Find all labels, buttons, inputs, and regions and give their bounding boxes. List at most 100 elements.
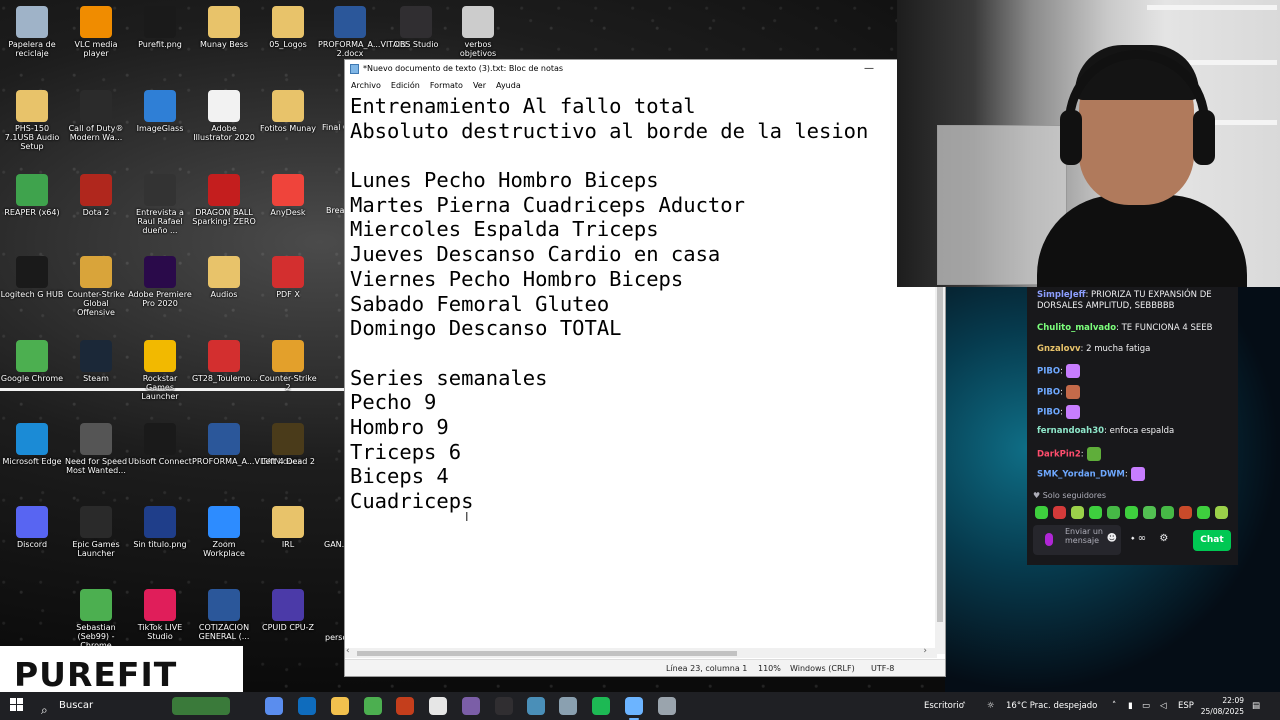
notepad-titlebar[interactable]: *Nuevo documento de texto (3).txt: Bloc … [345,60,945,78]
desktop-icon[interactable]: Adobe Premiere Pro 2020 [128,252,192,332]
weather-text[interactable]: 16°C Prac. despejado [1006,692,1097,720]
desktop-icon[interactable]: VLC media player [64,2,128,82]
taskbar-task-view-icon[interactable] [231,697,249,715]
show-desktop-label[interactable]: Escritorio [924,692,964,720]
desktop-icon[interactable]: Sin titulo.png [128,502,192,582]
chat-username[interactable]: SimpleJeff [1037,290,1085,300]
taskbar-obs-studio-icon[interactable] [495,697,513,715]
language-indicator[interactable]: ESP [1178,692,1194,720]
taskbar-notepad-icon[interactable] [625,697,643,720]
emote-icon[interactable] [1125,506,1138,519]
desktop-icon[interactable]: PROFORMA_A...VITAIN.docx [192,419,302,499]
desktop-icon[interactable]: Purefit.png [128,2,192,82]
emote-icon[interactable] [1197,506,1210,519]
desktop-icon[interactable]: 05_Logos [256,2,320,82]
desktop-icon[interactable]: Munay Bess [192,2,256,82]
taskbar-file-explorer-icon[interactable] [331,697,349,715]
emote-icon[interactable] [1179,506,1192,519]
desktop-icon[interactable]: Steam [64,336,128,416]
taskbar-remote-icon[interactable] [658,697,676,715]
bits-icon[interactable]: ⬩ [1131,533,1135,544]
taskbar-app-window-icon[interactable] [527,697,545,715]
emote-icon[interactable] [1107,506,1120,519]
chat-username[interactable]: PIBO [1037,388,1060,398]
desktop-icon[interactable]: Left 4 Dead 2 [256,419,320,499]
taskbar-chrome-icon[interactable] [364,697,382,715]
mic-icon[interactable] [1045,533,1053,546]
taskbar-outlook-icon[interactable] [298,697,316,715]
desktop-icon[interactable]: AnyDesk [256,170,320,250]
desktop-icon[interactable]: Entrevista a Raul Rafael dueño ... [128,170,192,250]
taskbar-clock[interactable]: 22:09 25/08/2025 [1196,695,1244,717]
desktop-icon[interactable]: Epic Games Launcher [64,502,128,582]
taskbar-vpn-icon[interactable] [559,697,577,715]
windows-start-icon[interactable] [10,698,24,712]
desktop-icon[interactable]: IRL [256,502,320,582]
desktop-icon[interactable]: Counter-Strike Global Offensive [64,252,128,332]
menu-ayuda[interactable]: Ayuda [492,78,527,94]
emote-icon[interactable] [1071,506,1084,519]
chat-username[interactable]: Gnzalovv [1037,344,1081,354]
desktop-icon[interactable]: Adobe Illustrator 2020 [192,86,256,166]
desktop-icon[interactable]: Microsoft Edge [0,419,64,499]
desktop-icon[interactable]: Rockstar Games Launcher [128,336,192,416]
scroll-right-icon[interactable]: › [923,646,927,656]
desktop-icon[interactable]: Logitech G HUB [0,252,64,332]
desktop-icon[interactable]: Call of Duty® Modern Wa... [64,86,128,166]
taskbar-powerpoint-icon[interactable] [396,697,414,715]
notepad-window[interactable]: *Nuevo documento de texto (3).txt: Bloc … [344,59,946,677]
chat-username[interactable]: PIBO [1037,367,1060,377]
desktop-icon[interactable]: PHS-150 7.1USB Audio Setup [0,86,64,166]
menu-formato[interactable]: Formato [426,78,469,94]
scroll-left-icon[interactable]: ‹ [346,646,350,656]
menu-archivo[interactable]: Archivo [347,78,387,94]
desktop-icon[interactable]: Need for Speed Most Wanted... [64,419,128,499]
desktop-icon[interactable]: Discord [0,502,64,582]
notepad-text-area[interactable]: Entrenamiento Al fallo total Absoluto des… [345,94,937,687]
emote-icon[interactable] [1089,506,1102,519]
taskbar-obs-icon[interactable] [462,697,480,715]
horizontal-scroll-thumb[interactable] [357,651,737,656]
volume-icon[interactable]: ◁ [1160,692,1167,720]
horizontal-scrollbar[interactable]: ‹ › [345,646,937,658]
chat-username[interactable]: PIBO [1037,408,1060,418]
emote-icon[interactable] [1161,506,1174,519]
network-icon[interactable]: ▭ [1142,692,1150,720]
emote-icon[interactable] [1035,506,1048,519]
taskbar-spotify-icon[interactable] [592,697,610,715]
desktop-icon[interactable]: Ubisoft Connect [128,419,192,499]
desktop-icon[interactable]: Papelera de reciclaje [0,2,64,82]
menu-edicion[interactable]: Edición [387,78,426,94]
chat-username[interactable]: SMK_Yordan_DWM [1037,470,1125,480]
notification-icon[interactable]: ▤ [1252,692,1260,720]
emote-icon[interactable] [1215,506,1228,519]
mic-tray-icon[interactable]: ▮ [1128,692,1133,720]
desktop-icon[interactable]: GT28_Toulemo... [192,336,258,416]
desktop-icon[interactable]: Counter-Strike 2 [256,336,320,416]
desktop-icon[interactable]: PDF X [256,252,320,332]
chat-input[interactable]: Enviar un mensaje ☻ [1033,525,1121,555]
emoji-icon[interactable]: ☻ [1107,534,1117,544]
tray-overflow-icon[interactable]: ˄ [1112,692,1116,720]
chevron-icon[interactable]: ˄ [962,692,966,720]
taskbar-widget-thumb-icon[interactable] [172,697,230,715]
menu-ver[interactable]: Ver [469,78,492,94]
desktop-icon[interactable]: Dota 2 [64,170,128,250]
chat-username[interactable]: fernandoah30 [1037,426,1104,436]
taskbar-notepad-file-icon[interactable] [429,697,447,715]
settings-gear-icon[interactable]: ⚙ [1159,533,1168,544]
desktop-icon[interactable]: ImageGlass [128,86,192,166]
desktop-icon[interactable]: CPUID CPU-Z [256,585,320,665]
desktop-icon[interactable]: Google Chrome [0,336,64,416]
chat-send-button[interactable]: Chat [1193,530,1231,551]
taskbar-copilot-icon[interactable] [265,697,283,715]
desktop-icon[interactable]: REAPER (x64) [0,170,64,250]
desktop-icon[interactable]: Audios [192,252,256,332]
weather-icon[interactable]: ☼ [987,692,1001,720]
desktop-icon[interactable]: Zoom Workplace [192,502,256,582]
emote-icon[interactable] [1143,506,1156,519]
chat-username[interactable]: Chulito_malvado [1037,323,1116,333]
infinity-icon[interactable]: ∞ [1138,533,1146,544]
desktop-icon[interactable]: DRAGON BALL Sparking! ZERO [192,170,256,250]
desktop-icon[interactable]: Fotitos Munay [256,86,320,166]
